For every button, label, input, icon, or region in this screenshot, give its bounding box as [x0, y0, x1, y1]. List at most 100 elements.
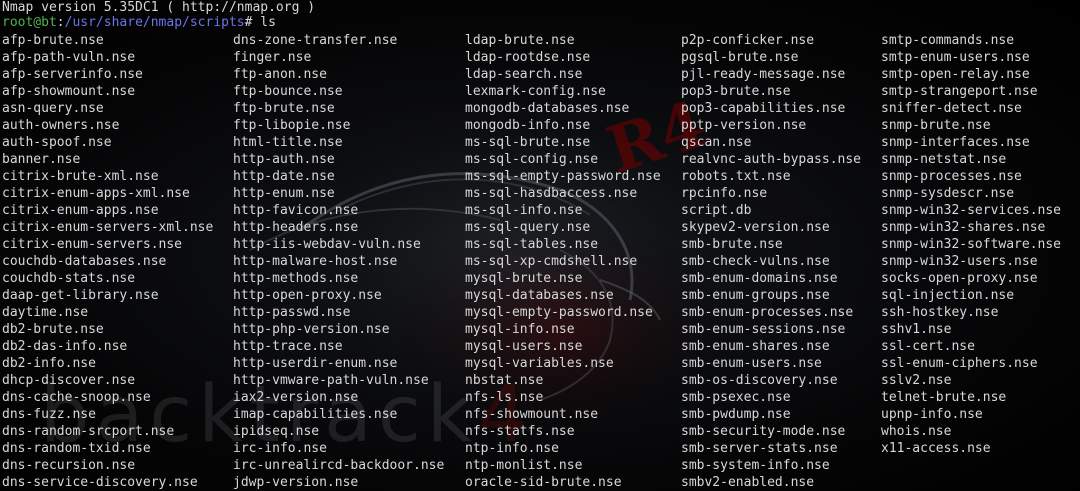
file-entry: sshv1.nse [881, 322, 952, 337]
ls-column-4: p2p-conficker.nse pgsql-brute.nse pjl-read… [681, 32, 861, 491]
file-entry: ms-sql-xp-cmdshell.nse [465, 254, 638, 269]
file-entry: asn-query.nse [2, 101, 104, 116]
file-entry: upnp-info.nse [881, 407, 983, 422]
file-entry: dns-random-txid.nse [2, 441, 151, 456]
file-entry: snmp-win32-software.nse [881, 237, 1062, 252]
file-entry: imap-capabilities.nse [233, 407, 398, 422]
file-entry: x11-access.nse [881, 441, 991, 456]
file-entry: oracle-sid-brute.nse [465, 475, 622, 490]
file-entry: ms-sql-hasdbaccess.nse [465, 186, 638, 201]
file-entry: http-date.nse [233, 169, 335, 184]
file-entry: ms-sql-info.nse [465, 203, 583, 218]
file-entry: http-headers.nse [233, 220, 359, 235]
file-entry: smb-enum-processes.nse [681, 305, 854, 320]
file-entry: citrix-enum-apps-xml.nse [2, 186, 190, 201]
file-entry: nfs-ls.nse [465, 390, 544, 405]
file-entry: p2p-conficker.nse [681, 33, 815, 48]
file-entry: ntp-info.nse [465, 441, 559, 456]
file-entry: mysql-info.nse [465, 322, 575, 337]
file-entry: dns-recursion.nse [2, 458, 136, 473]
file-entry: db2-info.nse [2, 356, 96, 371]
file-entry: ms-sql-query.nse [465, 220, 591, 235]
file-entry: lexmark-config.nse [465, 84, 606, 99]
file-entry: ssl-enum-ciphers.nse [881, 356, 1038, 371]
shell-prompt-line: root@bt:/usr/share/nmap/scripts# ls [2, 14, 276, 31]
file-entry: whois.nse [881, 424, 952, 439]
file-entry: daap-get-library.nse [2, 288, 159, 303]
file-entry: finger.nse [233, 50, 312, 65]
file-entry: telnet-brute.nse [881, 390, 1007, 405]
file-entry: iax2-version.nse [233, 390, 359, 405]
file-entry: nbstat.nse [465, 373, 544, 388]
file-entry: smbv2-enabled.nse [681, 475, 815, 490]
file-entry: pjl-ready-message.nse [681, 67, 846, 82]
file-entry: db2-brute.nse [2, 322, 104, 337]
prompt-user-host: root@bt [2, 15, 57, 30]
file-entry: qscan.nse [681, 135, 752, 150]
file-entry: pptp-version.nse [681, 118, 807, 133]
file-entry: http-malware-host.nse [233, 254, 398, 269]
file-entry: dns-random-srcport.nse [2, 424, 175, 439]
file-entry: auth-owners.nse [2, 118, 120, 133]
ls-column-3: ldap-brute.nse ldap-rootdse.nse ldap-searc… [465, 32, 661, 491]
file-entry: mysql-databases.nse [465, 288, 614, 303]
file-entry: nfs-showmount.nse [465, 407, 599, 422]
file-entry: pop3-capabilities.nse [681, 101, 846, 116]
file-entry: html-title.nse [233, 135, 343, 150]
prompt-colon: : [56, 15, 65, 30]
file-entry: dns-fuzz.nse [2, 407, 96, 422]
file-entry: socks-open-proxy.nse [881, 271, 1038, 286]
file-entry: snmp-interfaces.nse [881, 135, 1030, 150]
file-entry: smb-enum-sessions.nse [681, 322, 846, 337]
file-entry: http-passwd.nse [233, 305, 351, 320]
file-entry: http-methods.nse [233, 271, 359, 286]
file-entry: smb-enum-shares.nse [681, 339, 830, 354]
file-entry: smb-check-vulns.nse [681, 254, 830, 269]
file-entry: smb-server-stats.nse [681, 441, 838, 456]
file-entry: smb-pwdump.nse [681, 407, 791, 422]
prompt-path: /usr/share/nmap/scripts [64, 15, 245, 30]
file-entry: smb-enum-domains.nse [681, 271, 838, 286]
terminal-window[interactable]: backtrack4 R4 Nmap version 5.35DC1 ( htt… [0, 0, 1080, 491]
file-entry: citrix-brute-xml.nse [2, 169, 159, 184]
file-entry: mysql-empty-password.nse [465, 305, 653, 320]
file-entry: dns-cache-snoop.nse [2, 390, 151, 405]
file-entry: ms-sql-brute.nse [465, 135, 591, 150]
file-entry: dns-service-discovery.nse [2, 475, 198, 490]
file-entry: skypev2-version.nse [681, 220, 830, 235]
file-entry: smb-psexec.nse [681, 390, 791, 405]
file-entry: http-enum.nse [233, 186, 335, 201]
file-entry: citrix-enum-servers.nse [2, 237, 183, 252]
ls-column-2: dns-zone-transfer.nse finger.nse ftp-anon.… [233, 32, 444, 491]
file-entry: pop3-brute.nse [681, 84, 791, 99]
file-entry: ftp-bounce.nse [233, 84, 343, 99]
file-entry: snmp-processes.nse [881, 169, 1022, 184]
file-entry: ftp-anon.nse [233, 67, 327, 82]
file-entry: http-vmware-path-vuln.nse [233, 373, 429, 388]
file-entry: smtp-commands.nse [881, 33, 1015, 48]
file-entry: citrix-enum-apps.nse [2, 203, 159, 218]
file-entry: couchdb-stats.nse [2, 271, 136, 286]
file-entry: http-userdir-enum.nse [233, 356, 398, 371]
file-entry: afp-path-vuln.nse [2, 50, 136, 65]
file-entry: citrix-enum-servers-xml.nse [2, 220, 214, 235]
file-entry: smtp-enum-users.nse [881, 50, 1030, 65]
file-entry: ftp-libopie.nse [233, 118, 351, 133]
file-entry: irc-unrealircd-backdoor.nse [233, 458, 445, 473]
file-entry: daytime.nse [2, 305, 89, 320]
file-entry: smb-brute.nse [681, 237, 783, 252]
file-entry: nfs-statfs.nse [465, 424, 575, 439]
ls-column-1: afp-brute.nse afp-path-vuln.nse afp-server… [2, 32, 213, 491]
file-entry: afp-serverinfo.nse [2, 67, 143, 82]
file-entry: afp-showmount.nse [2, 84, 136, 99]
file-entry: http-auth.nse [233, 152, 335, 167]
file-entry: ldap-search.nse [465, 67, 583, 82]
file-entry: http-favicon.nse [233, 203, 359, 218]
file-entry: jdwp-version.nse [233, 475, 359, 490]
file-entry: mysql-variables.nse [465, 356, 614, 371]
file-entry: mysql-users.nse [465, 339, 583, 354]
file-entry: ftp-brute.nse [233, 101, 335, 116]
file-entry: http-php-version.nse [233, 322, 390, 337]
file-entry: http-trace.nse [233, 339, 343, 354]
file-entry: dhcp-discover.nse [2, 373, 136, 388]
